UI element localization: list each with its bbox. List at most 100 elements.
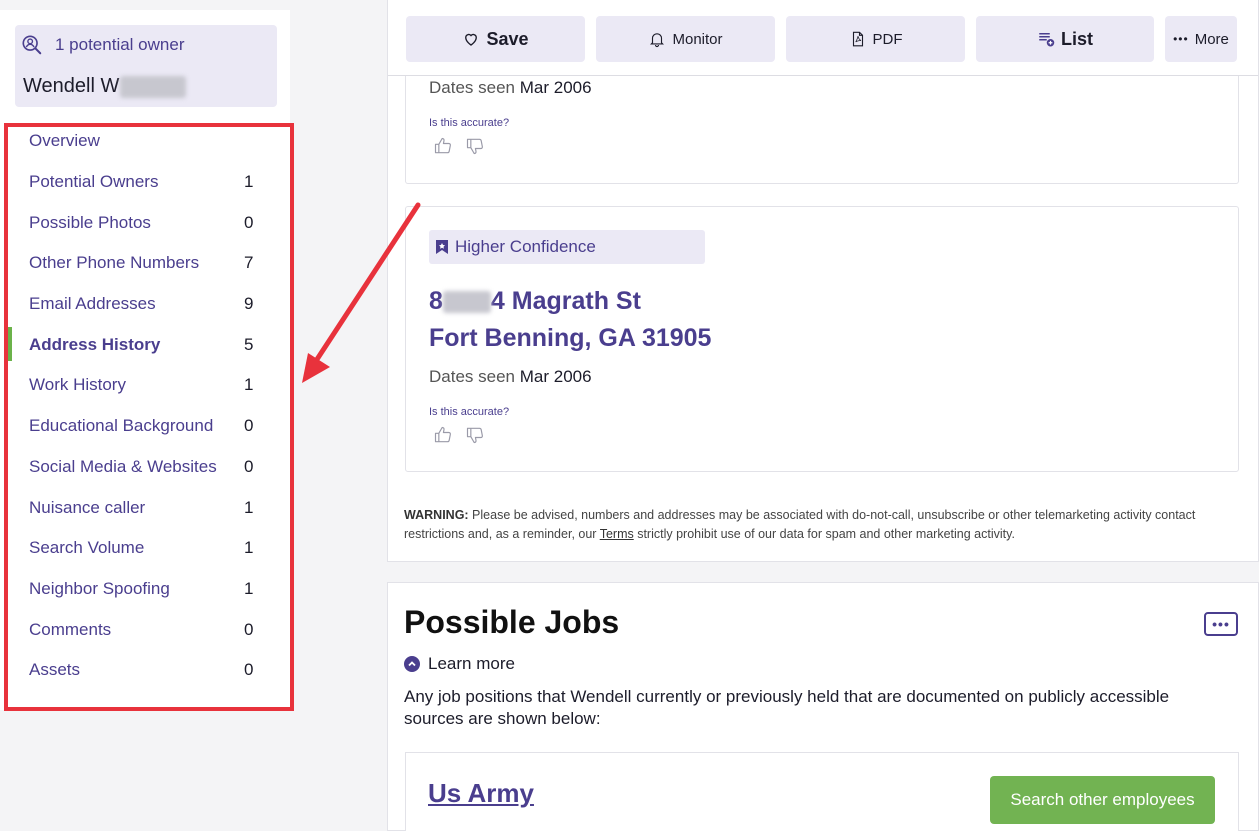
accuracy-prompt: Is this accurate? bbox=[429, 406, 510, 418]
sidebar-item-comments[interactable]: Comments 0 bbox=[0, 609, 290, 650]
sidebar-item-nuisance-caller[interactable]: Nuisance caller 1 bbox=[0, 487, 290, 528]
monitor-button-label: Monitor bbox=[672, 30, 723, 48]
pdf-button-label: PDF bbox=[872, 30, 903, 48]
sidebar-item-count: 1 bbox=[244, 497, 254, 517]
sidebar-item-educational-background[interactable]: Educational Background 0 bbox=[0, 406, 290, 447]
owner-name-text: Wendell W bbox=[23, 75, 120, 97]
bookmark-star-icon bbox=[436, 240, 448, 254]
dates-seen-value: Mar 2006 bbox=[519, 78, 592, 97]
sidebar-item-label: Nuisance caller bbox=[29, 497, 146, 517]
address-card: Higher Confidence 8 4 Magrath St Fort Ben… bbox=[405, 206, 1239, 472]
annotation-arrow-icon bbox=[302, 202, 421, 383]
dates-seen: Dates seen Mar 2006 bbox=[429, 367, 592, 387]
bell-icon bbox=[650, 33, 665, 47]
sidebar-item-address-history[interactable]: Address History 5 bbox=[0, 324, 290, 365]
monitor-button[interactable]: Monitor bbox=[596, 16, 775, 62]
sidebar-item-assets[interactable]: Assets 0 bbox=[0, 650, 290, 691]
redacted-surname bbox=[120, 75, 187, 98]
sidebar-item-label: Address History bbox=[29, 334, 161, 354]
sidebar-item-label: Potential Owners bbox=[29, 172, 159, 192]
list-button-label: List bbox=[1060, 28, 1093, 49]
sidebar-item-label: Email Addresses bbox=[29, 294, 156, 314]
thumbs-up-icon[interactable] bbox=[433, 425, 453, 445]
sidebar-item-label: Neighbor Spoofing bbox=[29, 578, 170, 598]
pdf-button[interactable]: PDF bbox=[786, 16, 965, 62]
learn-more-label: Learn more bbox=[428, 654, 515, 673]
owner-name: Wendell W bbox=[23, 75, 187, 98]
accuracy-feedback bbox=[433, 136, 485, 156]
section-more-button[interactable]: ••• bbox=[1204, 612, 1238, 636]
sidebar-item-count: 1 bbox=[244, 172, 254, 192]
confidence-label: Higher Confidence bbox=[455, 237, 596, 256]
accuracy-prompt: Is this accurate? bbox=[429, 117, 510, 129]
sidebar-item-count: 5 bbox=[244, 334, 254, 354]
warning-label: WARNING: bbox=[404, 508, 469, 522]
add-to-list-icon bbox=[1039, 33, 1055, 47]
save-button-label: Save bbox=[486, 28, 529, 49]
sidebar-item-work-history[interactable]: Work History 1 bbox=[0, 365, 290, 406]
sidebar-item-count: 1 bbox=[244, 578, 254, 598]
dates-seen-value: Mar 2006 bbox=[519, 367, 592, 386]
job-employer-link[interactable]: Us Army bbox=[428, 778, 534, 809]
heart-icon bbox=[465, 33, 478, 46]
sidebar-item-count: 0 bbox=[244, 660, 254, 680]
sidebar-item-possible-photos[interactable]: Possible Photos 0 bbox=[0, 202, 290, 243]
confidence-badge: Higher Confidence bbox=[429, 230, 705, 264]
list-button[interactable]: List bbox=[976, 16, 1154, 62]
sidebar-item-label: Work History bbox=[29, 375, 126, 395]
sidebar-item-label: Assets bbox=[29, 660, 81, 680]
sidebar-item-search-volume[interactable]: Search Volume 1 bbox=[0, 528, 290, 569]
dates-seen-label: Dates seen bbox=[429, 78, 515, 97]
sidebar-item-neighbor-spoofing[interactable]: Neighbor Spoofing 1 bbox=[0, 569, 290, 610]
learn-more-toggle[interactable]: Learn more bbox=[404, 654, 515, 674]
sidebar-item-label: Possible Photos bbox=[29, 212, 151, 232]
sidebar-item-label: Social Media & Websites bbox=[29, 456, 217, 476]
sidebar-item-other-phone-numbers[interactable]: Other Phone Numbers 7 bbox=[0, 243, 290, 284]
search-other-employees-button[interactable]: Search other employees bbox=[990, 776, 1215, 824]
terms-link[interactable]: Terms bbox=[600, 527, 634, 541]
dates-seen-label: Dates seen bbox=[429, 367, 515, 386]
sidebar-item-label: Comments bbox=[29, 619, 112, 639]
thumbs-up-icon[interactable] bbox=[433, 136, 453, 156]
jobs-description: Any job positions that Wendell currently… bbox=[404, 687, 1170, 728]
more-dots-icon: ••• bbox=[1173, 32, 1189, 46]
sidebar-item-label: Other Phone Numbers bbox=[29, 253, 200, 273]
more-button-label: More bbox=[1194, 30, 1229, 48]
address-link[interactable]: 8 4 Magrath St Fort Benning, GA 31905 bbox=[429, 283, 711, 357]
person-search-icon bbox=[22, 35, 42, 55]
city-line: Fort Benning, GA 31905 bbox=[429, 324, 712, 352]
sidebar-item-count: 0 bbox=[244, 619, 254, 639]
redacted-house-number bbox=[442, 291, 491, 314]
sidebar-item-count: 1 bbox=[244, 375, 254, 395]
sidebar-nav: Overview Potential Owners 1 Possible Pho… bbox=[0, 121, 290, 691]
sidebar-item-overview[interactable]: Overview bbox=[0, 121, 290, 162]
accuracy-feedback bbox=[433, 425, 485, 445]
sidebar-item-label: Educational Background bbox=[29, 416, 214, 436]
owner-count: 1 potential owner bbox=[21, 34, 184, 56]
owner-summary-card[interactable]: 1 potential owner Wendell W bbox=[15, 25, 277, 107]
sidebar-item-social-media[interactable]: Social Media & Websites 0 bbox=[0, 447, 290, 488]
sidebar-item-count: 0 bbox=[244, 212, 254, 232]
save-button[interactable]: Save bbox=[406, 16, 585, 62]
sidebar-item-count: 7 bbox=[244, 253, 254, 273]
sidebar-item-count: 0 bbox=[244, 456, 254, 476]
dates-seen: Dates seen Mar 2006 bbox=[429, 78, 592, 98]
thumbs-down-icon[interactable] bbox=[465, 136, 485, 156]
sidebar-item-label: Search Volume bbox=[29, 538, 145, 558]
toolbar: Save Monitor PDF List ••• More bbox=[388, 0, 1258, 76]
sidebar-item-potential-owners[interactable]: Potential Owners 1 bbox=[0, 162, 290, 203]
thumbs-down-icon[interactable] bbox=[465, 425, 485, 445]
owner-count-label: 1 potential owner bbox=[55, 35, 185, 54]
sidebar-item-label: Overview bbox=[29, 131, 100, 151]
sidebar-item-count: 0 bbox=[244, 416, 254, 436]
street-prefix: 8 bbox=[429, 287, 443, 315]
chevron-up-icon bbox=[404, 656, 420, 672]
sidebar-item-email-addresses[interactable]: Email Addresses 9 bbox=[0, 284, 290, 325]
street-line: 8 4 Magrath St bbox=[429, 283, 711, 320]
sidebar-item-count: 1 bbox=[244, 538, 254, 558]
pdf-file-icon bbox=[852, 31, 863, 47]
sidebar-item-count: 9 bbox=[244, 294, 254, 314]
street-name: 4 Magrath St bbox=[490, 287, 641, 315]
more-button[interactable]: ••• More bbox=[1165, 16, 1237, 62]
section-title: Possible Jobs bbox=[404, 604, 620, 640]
